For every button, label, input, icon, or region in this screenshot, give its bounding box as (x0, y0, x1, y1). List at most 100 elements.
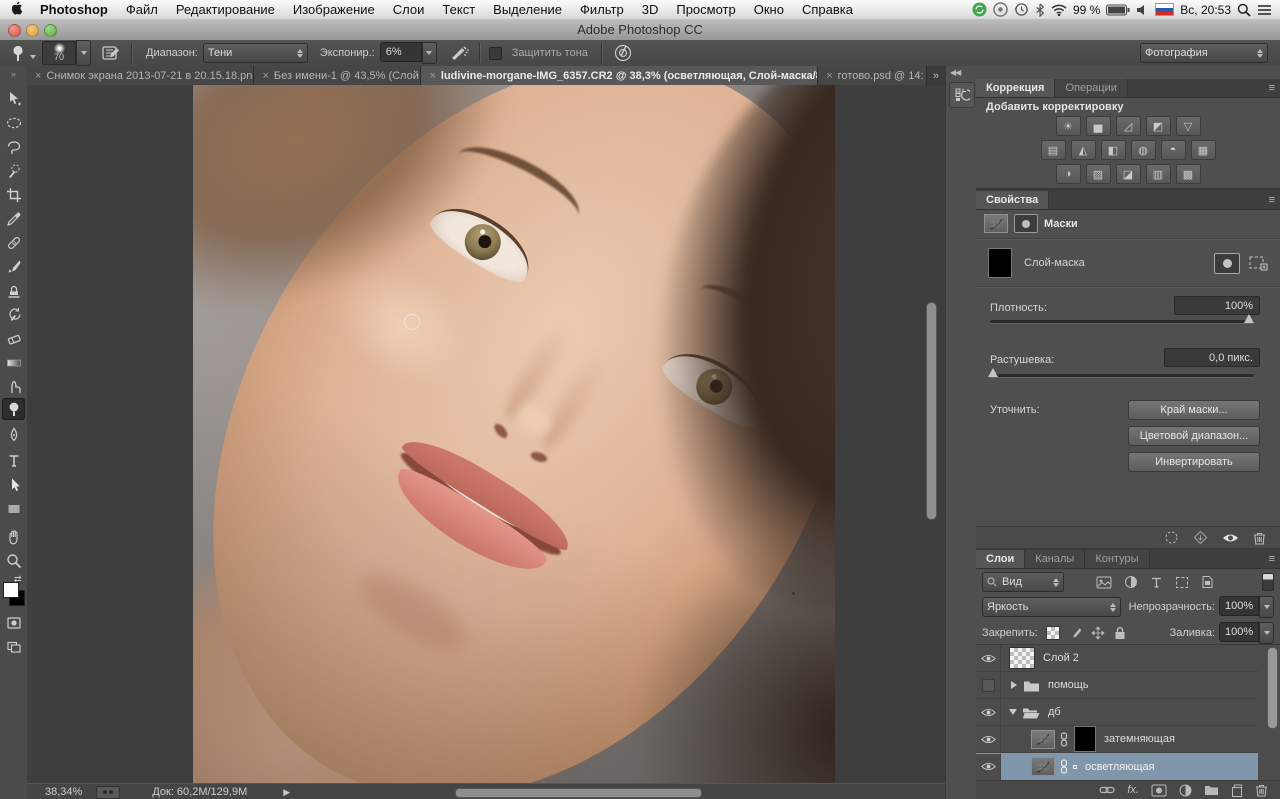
layer-row[interactable]: дб (976, 699, 1258, 726)
visibility-eye-icon[interactable] (976, 754, 1001, 780)
wifi-icon[interactable] (1051, 4, 1067, 16)
tab-layers[interactable]: Слои (976, 550, 1025, 568)
tab-overflow-button[interactable]: » (927, 66, 945, 85)
delete-layer-trash-icon[interactable] (1255, 783, 1268, 797)
mask-link-icon[interactable] (1059, 732, 1069, 747)
color-lookup-icon[interactable]: ▦ (1191, 140, 1216, 160)
channel-mixer-icon[interactable]: ◓ (1161, 140, 1186, 160)
apple-icon[interactable] (0, 2, 31, 17)
panel-menu-icon[interactable]: ≡ (1269, 191, 1280, 209)
document-tab-3-active[interactable]: × ludivine-morgane-IMG_6357.CR2 @ 38,3% … (421, 66, 818, 85)
path-selection-tool[interactable] (2, 474, 25, 496)
filter-shape-layers-icon[interactable] (1175, 576, 1189, 589)
menu-clock[interactable]: Вс, 20:53 (1180, 3, 1231, 17)
visibility-eye-icon[interactable] (976, 699, 1001, 725)
new-adjustment-layer-icon[interactable] (1179, 784, 1192, 797)
mask-visibility-eye-icon[interactable] (1222, 532, 1239, 544)
quick-selection-tool[interactable] (2, 160, 25, 182)
healing-brush-tool[interactable] (2, 232, 25, 254)
foreground-color-swatch[interactable] (3, 582, 19, 598)
color-balance-icon[interactable]: ◭ (1071, 140, 1096, 160)
close-icon[interactable]: × (35, 70, 41, 82)
menu-image[interactable]: Изображение (284, 0, 384, 19)
exposure-icon[interactable]: ◩ (1146, 116, 1171, 136)
lock-pixels-icon[interactable] (1069, 627, 1082, 640)
zoom-tool[interactable] (2, 550, 25, 572)
battery-icon[interactable] (1106, 4, 1130, 16)
zoom-level-field[interactable]: 38,34% (45, 786, 82, 798)
photo-filter-icon[interactable]: ◍ (1131, 140, 1156, 160)
delete-mask-trash-icon[interactable] (1253, 531, 1266, 545)
vertical-scrollbar-thumb[interactable] (926, 302, 937, 520)
panel-menu-icon[interactable]: ≡ (1269, 550, 1280, 568)
pen-tool[interactable] (2, 424, 25, 446)
fill-value[interactable]: 100% (1219, 622, 1259, 642)
mask-link-icon[interactable] (1059, 759, 1069, 774)
shape-tool[interactable] (2, 498, 25, 520)
select-pixel-mask-icon[interactable] (1214, 253, 1240, 274)
expand-panels-button[interactable]: ◀◀ (950, 68, 960, 77)
density-slider[interactable] (990, 320, 1254, 324)
menu-photoshop[interactable]: Photoshop (31, 0, 117, 19)
history-brush-tool[interactable] (2, 304, 25, 326)
new-layer-icon[interactable] (1231, 784, 1243, 797)
mask-selection-icon[interactable] (1164, 530, 1179, 545)
menu-help[interactable]: Справка (793, 0, 862, 19)
color-range-button[interactable]: Цветовой диапазон... (1128, 426, 1260, 446)
visibility-eye-empty[interactable] (976, 672, 1001, 698)
lasso-tool[interactable] (2, 136, 25, 158)
tab-actions[interactable]: Операции (1055, 79, 1127, 97)
protect-tones-checkbox[interactable] (489, 47, 502, 60)
spotlight-icon[interactable] (1237, 3, 1251, 17)
smudge-tool[interactable] (2, 376, 25, 398)
density-slider-thumb[interactable] (1244, 314, 1254, 323)
horizontal-scrollbar-thumb[interactable] (455, 788, 702, 798)
toggle-brush-panel-icon[interactable] (99, 43, 123, 63)
lock-transparency-icon[interactable] (1046, 626, 1060, 640)
menu-edit[interactable]: Редактирование (167, 0, 284, 19)
menu-window[interactable]: Окно (745, 0, 793, 19)
levels-icon[interactable]: ▅ (1086, 116, 1111, 136)
hand-tool[interactable] (2, 526, 25, 548)
clone-stamp-tool[interactable] (2, 280, 25, 302)
invert-icon[interactable]: ◑ (1056, 164, 1081, 184)
brush-preset-arrow[interactable] (76, 40, 91, 66)
canvas-area[interactable] (27, 85, 945, 783)
brightness-contrast-icon[interactable]: ☀ (1056, 116, 1081, 136)
menu-layers[interactable]: Слои (384, 0, 434, 19)
black-white-icon[interactable]: ◧ (1101, 140, 1126, 160)
type-tool[interactable] (2, 450, 25, 472)
invert-button[interactable]: Инвертировать (1128, 452, 1260, 472)
filter-smart-objects-icon[interactable] (1201, 575, 1214, 589)
tab-channels[interactable]: Каналы (1025, 550, 1085, 568)
pen-pressure-icon[interactable] (611, 43, 635, 63)
selected-mask-frame[interactable] (1073, 765, 1077, 769)
eyedropper-tool[interactable] (2, 208, 25, 230)
menu-type[interactable]: Текст (433, 0, 484, 19)
filter-adjustment-layers-icon[interactable] (1124, 575, 1138, 589)
feather-slider-thumb[interactable] (988, 368, 998, 377)
layer-name[interactable]: помощь (1048, 679, 1089, 691)
layer-row-selected[interactable]: осветляющая (976, 753, 1258, 780)
filter-type-layers-icon[interactable] (1150, 576, 1163, 589)
curves-adjustment-icon[interactable] (1031, 757, 1055, 776)
new-group-icon[interactable] (1204, 784, 1219, 796)
filter-pixel-layers-icon[interactable] (1096, 576, 1112, 589)
blend-mode-select[interactable]: Яркость (982, 597, 1121, 617)
tab-paths[interactable]: Контуры (1085, 550, 1149, 568)
layer-thumbnail[interactable] (1009, 647, 1035, 669)
quick-mask-icon[interactable] (2, 612, 25, 634)
input-language-flag-ru[interactable] (1155, 3, 1174, 16)
lock-position-icon[interactable] (1091, 626, 1105, 640)
layer-name[interactable]: затемняющая (1104, 733, 1175, 745)
filter-toggle-switch[interactable] (1262, 573, 1274, 591)
tool-preset-arrow-icon[interactable] (30, 55, 36, 59)
workspace-select[interactable]: Фотография (1140, 43, 1268, 63)
eraser-tool[interactable] (2, 328, 25, 350)
expand-group-icon[interactable] (1011, 681, 1017, 689)
creative-cloud-icon[interactable] (993, 2, 1008, 17)
tool-preset-picker[interactable] (6, 43, 30, 63)
protect-tones-label[interactable]: Защитить тона (512, 47, 588, 59)
dodge-tool[interactable] (2, 398, 25, 420)
exposure-value[interactable]: 6% (380, 42, 422, 62)
